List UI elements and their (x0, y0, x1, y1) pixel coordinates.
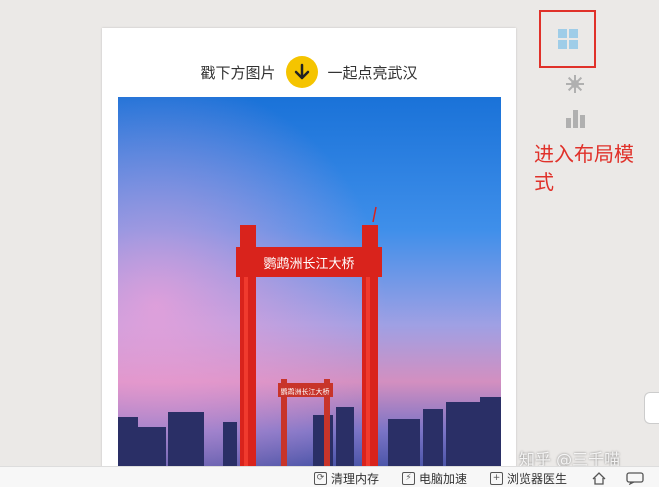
hint-line: 戳下方图片 一起点亮武汉 (102, 56, 516, 88)
browser-doctor-button[interactable]: + 浏览器医生 (490, 470, 567, 486)
gear-icon[interactable] (562, 74, 588, 98)
bridge-photo[interactable]: 鹦鹉洲长江大桥 鹦鹉洲长江大桥 (118, 97, 501, 468)
home-icon[interactable] (592, 470, 606, 486)
clean-memory-button[interactable]: ⟳ 清理内存 (314, 470, 379, 486)
browser-doctor-label: 浏览器医生 (507, 471, 568, 486)
hint-text-before: 戳下方图片 (200, 63, 276, 82)
broom-icon: ⟳ (314, 471, 327, 485)
speed-up-label: 电脑加速 (419, 471, 468, 486)
svg-text:鹦鹉洲长江大桥: 鹦鹉洲长江大桥 (281, 387, 330, 396)
hint-text-after: 一起点亮武汉 (327, 63, 418, 82)
speed-up-button[interactable]: ⚡ 电脑加速 (402, 470, 467, 486)
clean-memory-label: 清理内存 (331, 471, 380, 486)
bottom-toolbar: ⟳ 清理内存 ⚡ 电脑加速 + 浏览器医生 (0, 466, 659, 487)
bar-chart-icon[interactable] (562, 107, 588, 133)
lightning-icon: ⚡ (402, 471, 415, 485)
side-expand-tab[interactable] (644, 392, 659, 424)
article-card: 戳下方图片 一起点亮武汉 鹦鹉洲长江大桥 鹦鹉洲长江大桥 (102, 28, 516, 468)
bridge-sign-text: 鹦鹉洲长江大桥 (263, 257, 354, 272)
grid-layout-icon (557, 29, 578, 49)
feedback-icon[interactable] (626, 470, 644, 486)
down-arrow-icon (285, 56, 318, 88)
layout-mode-button[interactable] (539, 10, 596, 68)
annotation-text: 进入布局模式 (534, 142, 634, 194)
browser-doctor-icon: + (490, 471, 503, 485)
